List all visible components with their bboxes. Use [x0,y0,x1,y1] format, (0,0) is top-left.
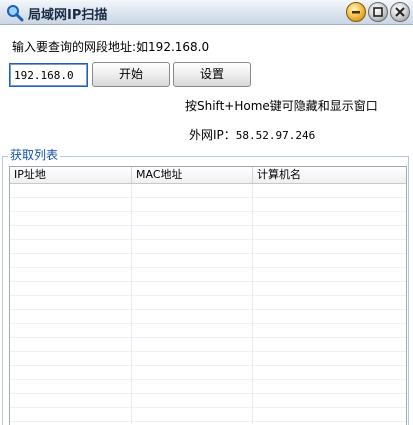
close-button[interactable] [390,2,410,22]
external-ip-value: 58.52.97.246 [235,129,316,142]
magnifier-app-icon [6,4,24,22]
settings-button[interactable]: 设置 [173,62,251,87]
list-body[interactable] [10,184,406,424]
results-list[interactable]: IP址地 MAC地址 计算机名 [9,166,407,425]
column-header-ip[interactable]: IP址地 [10,167,132,183]
window-title: 局域网IP扫描 [28,8,108,23]
column-header-mac[interactable]: MAC地址 [132,167,253,183]
external-ip: 外网IP：58.52.97.246 [189,126,315,143]
list-header: IP址地 MAC地址 计算机名 [10,167,406,184]
title-bar[interactable]: 局域网IP扫描 [0,0,413,25]
ip-range-input[interactable] [9,63,88,87]
ip-prompt-label: 输入要查询的网段地址:如192.168.0 [12,40,210,54]
column-header-computer-name[interactable]: 计算机名 [253,167,406,183]
minimize-button[interactable] [346,2,366,22]
main-panel: 输入要查询的网段地址:如192.168.0 开始 设置 按Shift+Home键… [0,25,413,425]
start-button[interactable]: 开始 [92,62,170,87]
external-ip-label: 外网IP： [189,128,236,142]
shortcut-hint: 按Shift+Home键可隐藏和显示窗口 [185,99,378,113]
maximize-button[interactable] [368,2,388,22]
results-group-title: 获取列表 [8,146,61,163]
